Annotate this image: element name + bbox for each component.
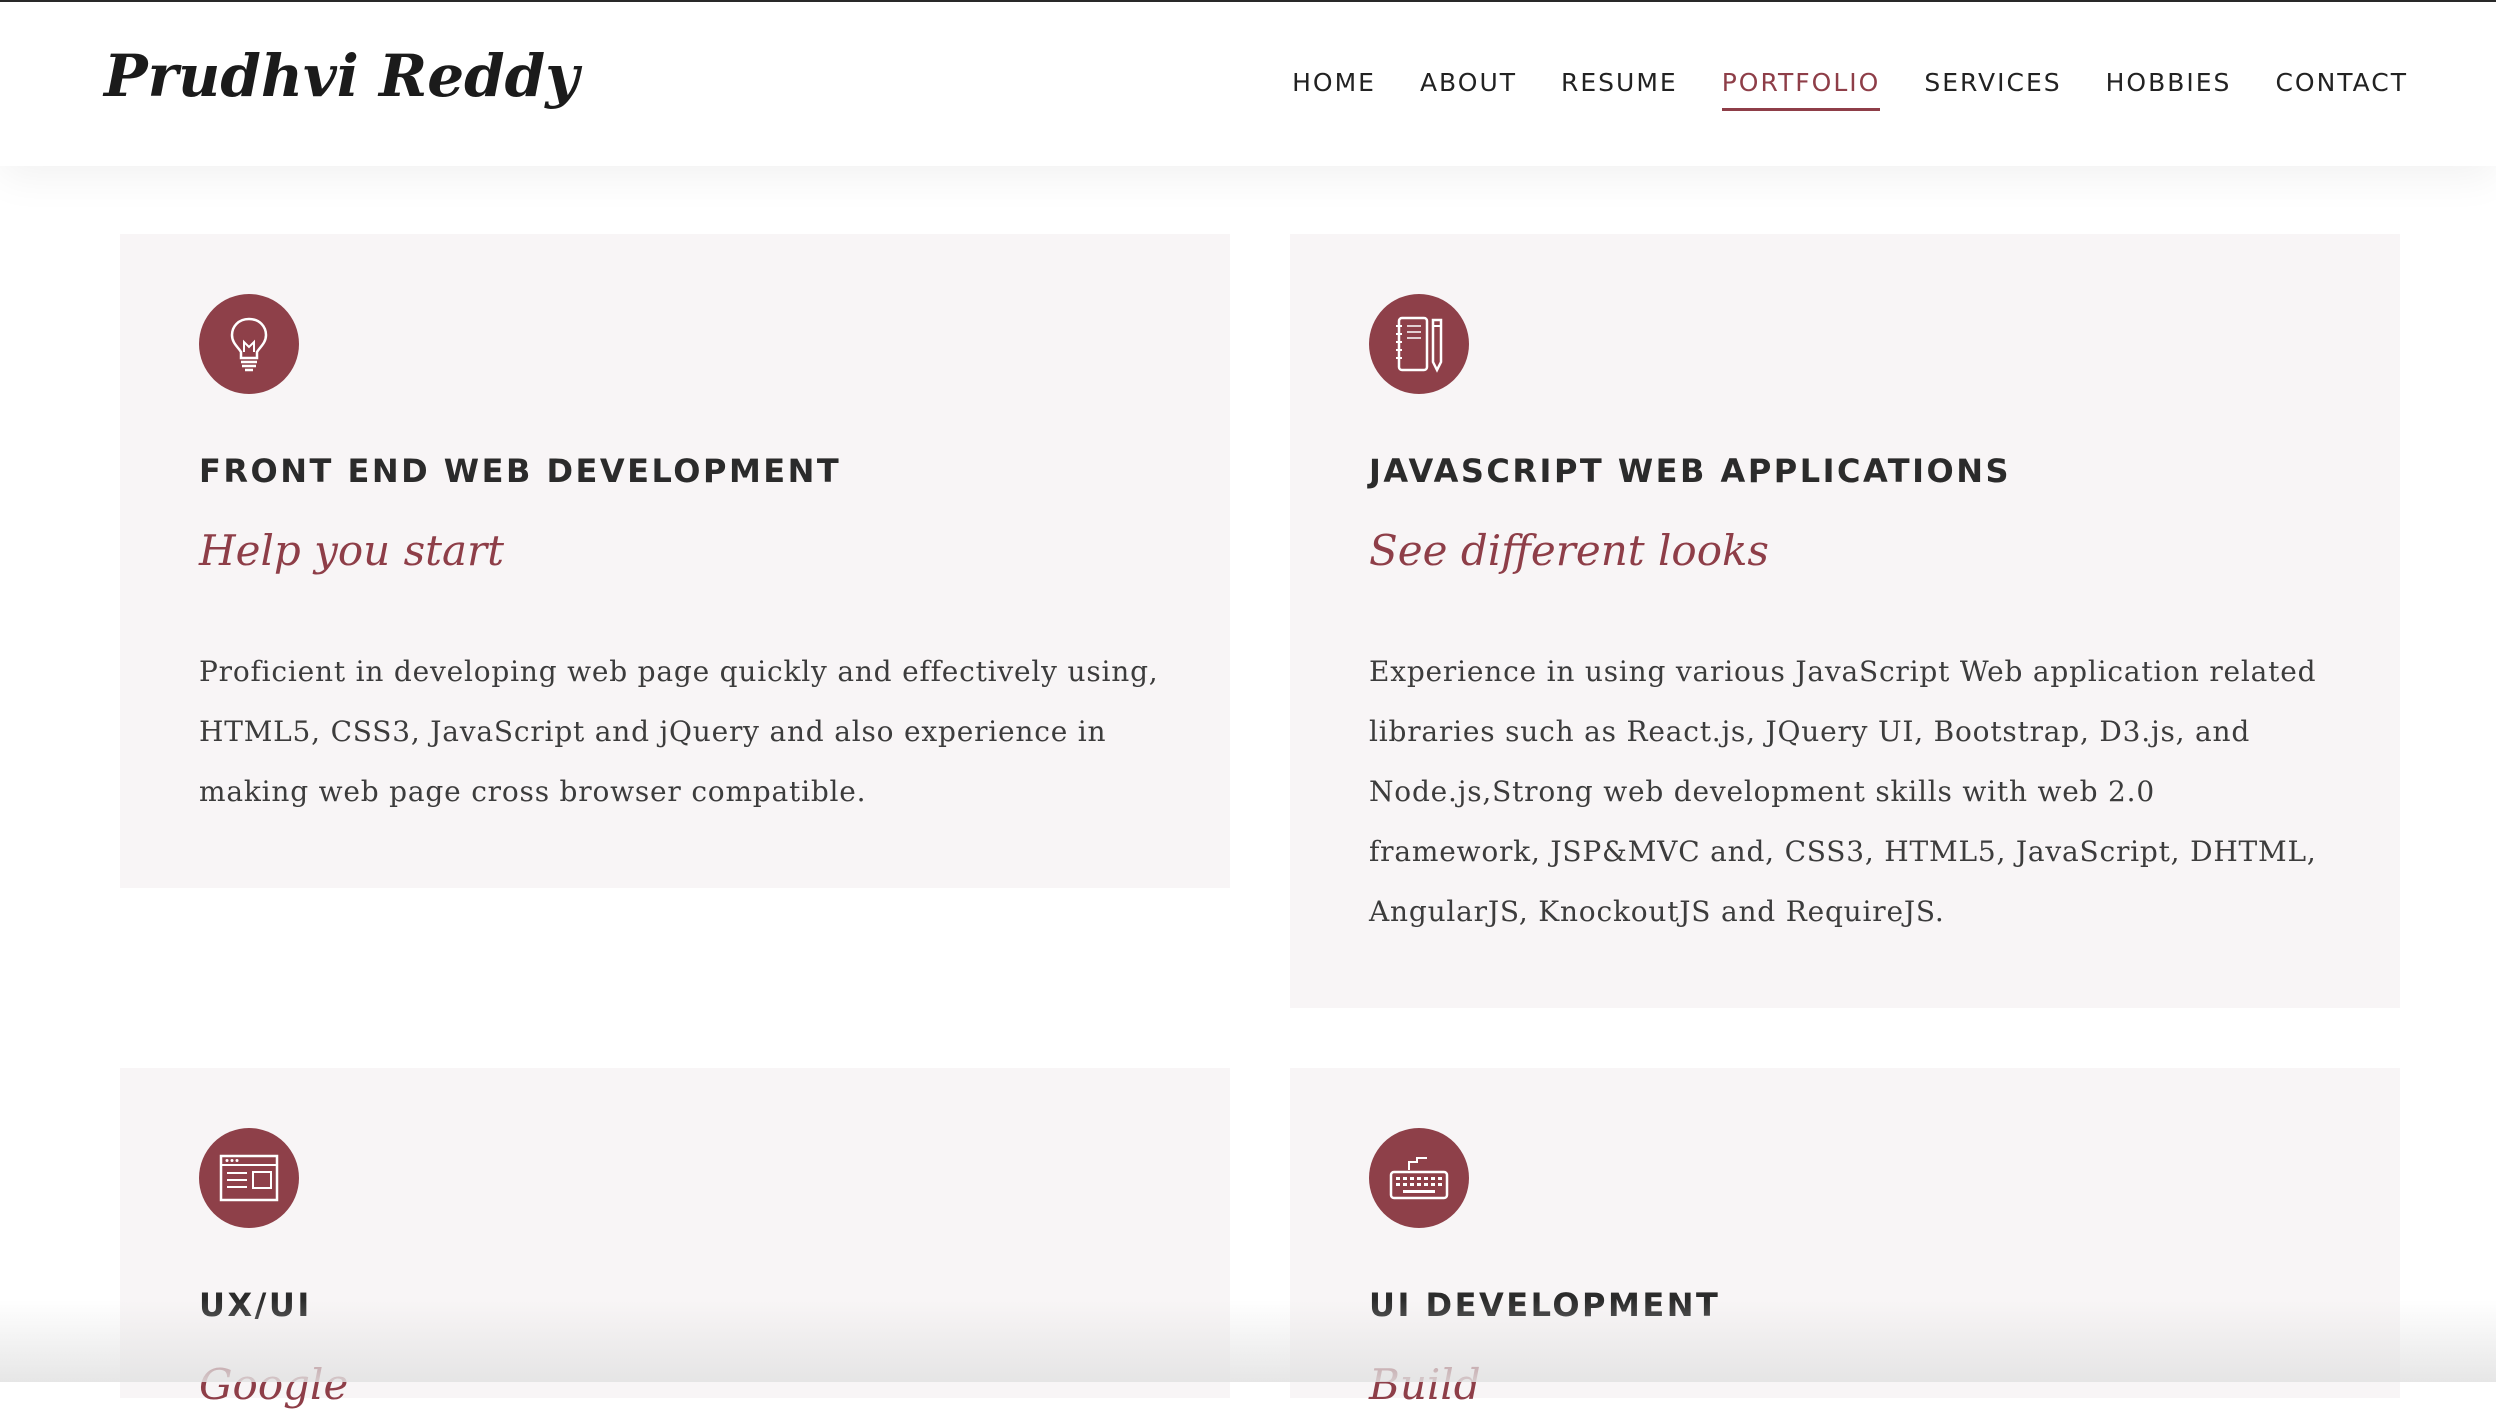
card-subtitle: See different looks — [1369, 526, 1769, 575]
site-header: Prudhvi Reddy HOME ABOUT RESUME PORTFOLI… — [0, 2, 2496, 166]
card-subtitle: Help you start — [199, 526, 504, 575]
browser-window-icon — [199, 1128, 299, 1228]
nav-hobbies[interactable]: HOBBIES — [2106, 68, 2232, 111]
service-card-javascript: JAVASCRIPT WEB APPLICATIONS See differen… — [1290, 234, 2400, 1008]
service-card-ux-ui: UX/UI Google — [120, 1068, 1230, 1409]
card-title: JAVASCRIPT WEB APPLICATIONS — [1369, 452, 2012, 490]
nav-resume[interactable]: RESUME — [1561, 68, 1678, 111]
site-logo[interactable]: Prudhvi Reddy — [104, 42, 579, 110]
card-subtitle: Google — [199, 1360, 349, 1409]
card-description: Proficient in developing web page quickl… — [199, 655, 1159, 808]
nav-services[interactable]: SERVICES — [1924, 68, 2061, 111]
keyboard-icon — [1369, 1128, 1469, 1228]
nav-portfolio[interactable]: PORTFOLIO — [1721, 68, 1881, 111]
card-description: Experience in using various JavaScript W… — [1369, 655, 2317, 928]
main-nav: HOME ABOUT RESUME PORTFOLIO SERVICES HOB… — [1292, 68, 2408, 111]
card-title: UI DEVELOPMENT — [1369, 1286, 1721, 1324]
notebook-pencil-icon — [1369, 294, 1469, 394]
card-title: UX/UI — [199, 1286, 312, 1324]
nav-about[interactable]: ABOUT — [1420, 68, 1517, 111]
service-card-ui-development: UI DEVELOPMENT Build — [1290, 1068, 2400, 1409]
nav-contact[interactable]: CONTACT — [2275, 68, 2408, 111]
card-subtitle: Build — [1369, 1360, 1481, 1409]
card-title: FRONT END WEB DEVELOPMENT — [199, 452, 842, 490]
nav-home[interactable]: HOME — [1292, 68, 1376, 111]
lightbulb-icon — [199, 294, 299, 394]
service-card-front-end: FRONT END WEB DEVELOPMENT Help you start… — [120, 234, 1230, 888]
